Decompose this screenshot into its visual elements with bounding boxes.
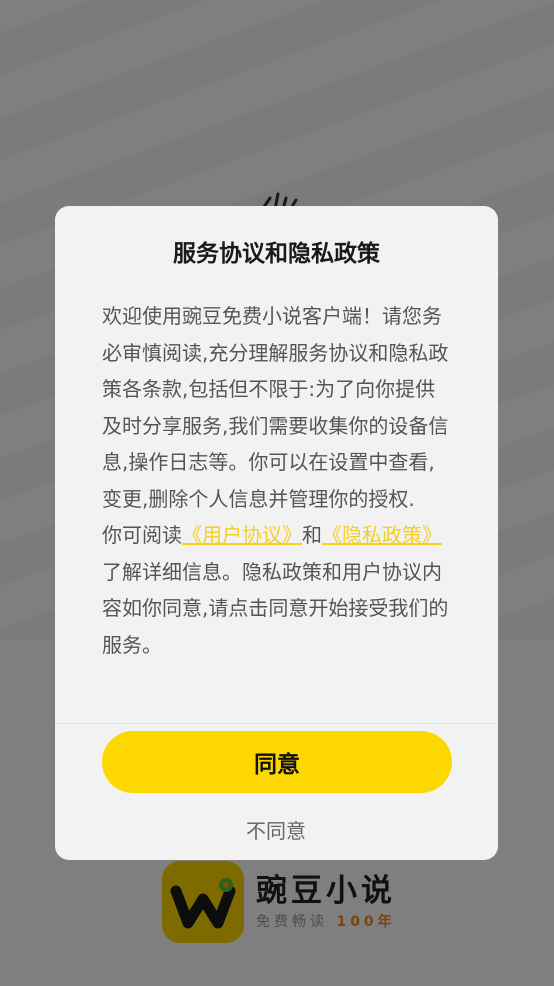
- p2-suffix: 了解详细信息。隐私政策和用户协议内容如你同意,请点击同意开始接受我们的服务。: [102, 559, 449, 657]
- dialog-body: 欢迎使用豌豆免费小说客户端！请您务必审慎阅读,充分理解服务协议和隐私政策各条款,…: [102, 298, 454, 663]
- p2-and: 和: [302, 523, 322, 547]
- dialog-paragraph-intro: 欢迎使用豌豆免费小说客户端！请您务必审慎阅读,充分理解服务协议和隐私政策各条款,…: [102, 304, 449, 511]
- dialog-divider: [55, 723, 498, 724]
- privacy-dialog: 服务协议和隐私政策 欢迎使用豌豆免费小说客户端！请您务必审慎阅读,充分理解服务协…: [55, 206, 498, 860]
- user-agreement-link[interactable]: 《用户协议》: [182, 523, 302, 547]
- dialog-title: 服务协议和隐私政策: [173, 241, 380, 267]
- agree-button[interactable]: 同意: [102, 731, 452, 793]
- disagree-button[interactable]: 不同意: [176, 810, 376, 848]
- privacy-policy-link[interactable]: 《隐私政策》: [322, 523, 442, 547]
- p2-prefix: 你可阅读: [102, 523, 182, 547]
- dialog-paragraph-links: 你可阅读《用户协议》和《隐私政策》了解详细信息。隐私政策和用户协议内容如你同意,…: [102, 517, 454, 663]
